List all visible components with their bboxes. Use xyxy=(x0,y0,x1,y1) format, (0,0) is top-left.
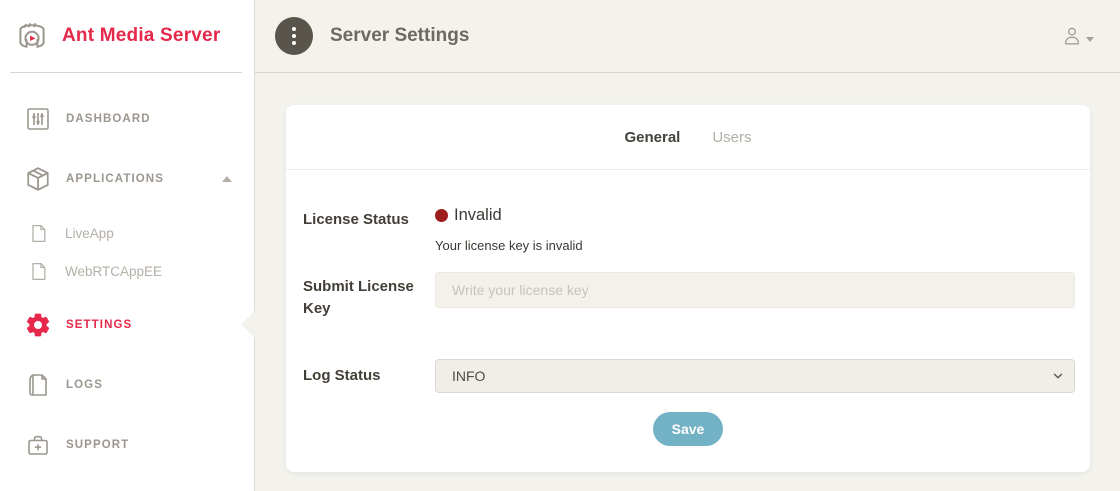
page-title: Server Settings xyxy=(330,25,469,47)
content-area: General Users License Status Invalid You… xyxy=(255,73,1120,491)
topbar: Server Settings xyxy=(255,0,1120,73)
brand[interactable]: Ant Media Server xyxy=(0,0,254,72)
license-key-row: Submit License Key xyxy=(286,272,1090,320)
tab-users[interactable]: Users xyxy=(712,129,751,146)
sidebar-item-label: APPLICATIONS xyxy=(66,173,164,185)
license-status-row: License Status Invalid Your license key … xyxy=(286,206,1090,253)
sidebar-item-label: SUPPORT xyxy=(66,439,129,451)
user-menu-button[interactable] xyxy=(1061,25,1094,47)
applications-sub-group: LiveApp WebRTCAppEE xyxy=(0,214,254,290)
gear-icon xyxy=(25,312,51,338)
tab-bar: General Users xyxy=(286,105,1090,170)
license-status-detail: Your license key is invalid xyxy=(435,238,583,253)
sidebar-item-label: DASHBOARD xyxy=(66,113,151,125)
server-settings-card: General Users License Status Invalid You… xyxy=(286,105,1090,472)
sidebar-item-dashboard[interactable]: DASHBOARD xyxy=(0,89,254,149)
save-row: Save xyxy=(286,412,1090,446)
log-status-row: Log Status INFO xyxy=(286,359,1090,393)
license-key-label: Submit License Key xyxy=(303,272,435,320)
license-status-value: Invalid xyxy=(454,206,502,225)
sidebar-item-label: WebRTCAppEE xyxy=(65,264,162,279)
sliders-icon xyxy=(25,106,51,132)
first-aid-icon xyxy=(25,432,51,458)
log-status-select[interactable]: INFO xyxy=(435,359,1075,393)
file-icon xyxy=(28,261,48,281)
license-status-line: Invalid xyxy=(435,206,583,225)
sidebar-item-label: SETTINGS xyxy=(66,319,132,331)
sidebar-item-label: LiveApp xyxy=(65,226,114,241)
log-status-label: Log Status xyxy=(303,365,435,387)
sidebar-item-webrtcappee[interactable]: WebRTCAppEE xyxy=(0,252,254,290)
brand-name: Ant Media Server xyxy=(62,25,220,47)
sidebar-nav: DASHBOARD APPLICATIONS xyxy=(0,73,254,475)
main-area: Server Settings General Users License St… xyxy=(255,0,1120,491)
sidebar-item-applications[interactable]: APPLICATIONS xyxy=(0,149,254,209)
tab-general[interactable]: General xyxy=(624,129,680,146)
license-status-label: License Status xyxy=(303,206,435,253)
status-dot xyxy=(435,209,448,222)
package-icon xyxy=(25,166,51,192)
sidebar-item-settings[interactable]: SETTINGS xyxy=(0,295,254,355)
file-icon xyxy=(28,223,48,243)
sidebar: Ant Media Server DASHBOARD xyxy=(0,0,255,491)
user-icon xyxy=(1061,25,1083,47)
ant-media-logo-icon xyxy=(13,18,51,54)
license-status-value-block: Invalid Your license key is invalid xyxy=(435,206,583,253)
log-status-select-wrap: INFO xyxy=(435,359,1075,393)
kebab-menu-icon[interactable] xyxy=(275,17,313,55)
chevron-up-icon xyxy=(222,176,232,182)
sidebar-item-support[interactable]: SUPPORT xyxy=(0,415,254,475)
sidebar-item-logs[interactable]: LOGS xyxy=(0,355,254,415)
document-icon xyxy=(25,372,51,398)
sidebar-item-liveapp[interactable]: LiveApp xyxy=(0,214,254,252)
license-key-input[interactable] xyxy=(435,272,1075,308)
chevron-down-icon xyxy=(1086,37,1094,42)
sidebar-item-label: LOGS xyxy=(66,379,103,391)
save-button[interactable]: Save xyxy=(653,412,724,446)
